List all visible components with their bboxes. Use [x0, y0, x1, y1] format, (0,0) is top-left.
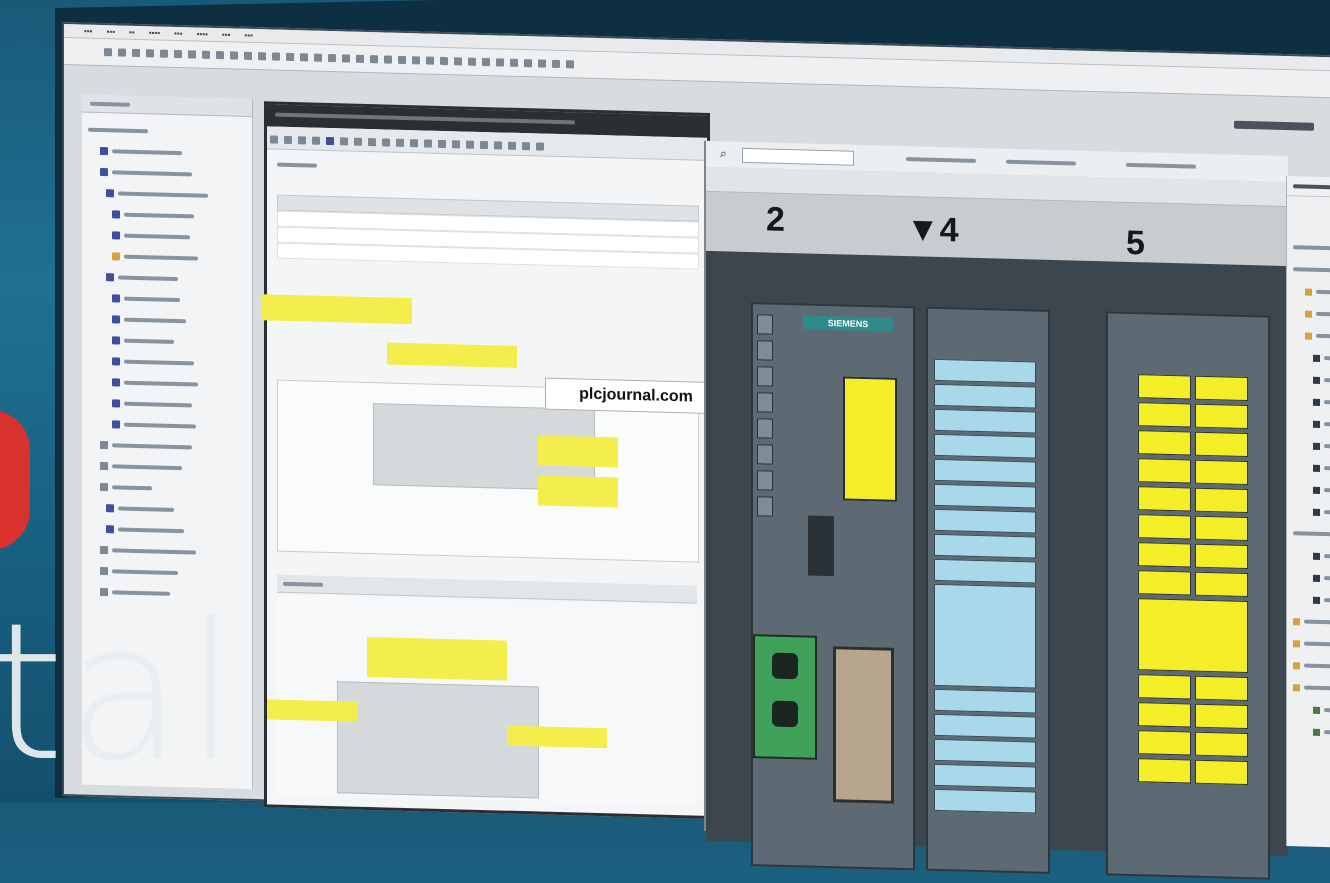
slot-number-4: ▼4 — [906, 210, 959, 250]
folder-icon — [100, 482, 108, 491]
catalog-item[interactable] — [1287, 544, 1330, 569]
memory-card-slot[interactable] — [843, 376, 897, 502]
digital-input-module[interactable] — [926, 306, 1050, 874]
block-highlight — [367, 636, 507, 681]
digital-output-module[interactable] — [1106, 311, 1270, 880]
operand-highlight — [267, 699, 357, 722]
catalog-item[interactable] — [1287, 236, 1330, 261]
watermark-label: plcjournal.com — [545, 377, 727, 415]
catalog-item[interactable] — [1287, 302, 1330, 327]
catalog-item[interactable] — [1287, 500, 1330, 525]
block-interface-label — [277, 162, 337, 175]
catalog-item[interactable] — [1287, 456, 1330, 481]
output-terminals — [1138, 374, 1248, 786]
operand-highlight — [538, 475, 618, 508]
siemens-logo: SIEMENS — [803, 315, 893, 332]
catalog-item[interactable] — [1287, 280, 1330, 305]
module-icon — [112, 230, 120, 240]
folder-icon — [100, 545, 108, 554]
device-view: ⌕ 2 ▼4 5 SIEMENS — [704, 140, 1288, 880]
program-editor-window: plcjournal.com — [262, 101, 727, 819]
catalog-item[interactable] — [1287, 324, 1330, 349]
catalog-item[interactable] — [1287, 368, 1330, 393]
module-icon — [112, 377, 120, 387]
catalog-item[interactable] — [1287, 654, 1330, 679]
module-icon — [112, 419, 120, 429]
catalog-item[interactable] — [1287, 698, 1330, 723]
cpu-module[interactable]: SIEMENS — [751, 302, 915, 871]
network-2-area — [267, 594, 697, 806]
portal-title — [1234, 117, 1314, 134]
folder-icon — [100, 146, 108, 155]
catalog-item[interactable] — [1287, 588, 1330, 613]
catalog-item[interactable] — [1287, 566, 1330, 591]
tia-portal-window: ▪▪▪ ▪▪▪ ▪▪ ▪▪▪▪ ▪▪▪ ▪▪▪▪ ▪▪▪ ▪▪▪ plcjour… — [62, 22, 1330, 880]
module-icon — [106, 503, 114, 512]
folder-icon — [100, 461, 108, 470]
mode-switch[interactable] — [808, 515, 834, 577]
slot-number-5: 5 — [1126, 223, 1145, 263]
options-pane — [1286, 176, 1330, 849]
ethernet-port[interactable] — [753, 634, 817, 760]
catalog-item[interactable] — [1287, 478, 1330, 503]
module-icon — [112, 209, 120, 219]
catalog-item[interactable] — [1287, 522, 1330, 547]
search-icon[interactable]: ⌕ — [720, 146, 727, 161]
module-icon — [112, 335, 120, 345]
module-icon — [112, 398, 120, 408]
operand-highlight — [507, 725, 607, 749]
slot-number-2: 2 — [766, 200, 785, 239]
folder-icon — [100, 440, 108, 449]
module-icon — [106, 188, 114, 197]
catalog-item[interactable] — [1287, 434, 1330, 459]
catalog-item[interactable] — [1287, 720, 1330, 745]
catalog-item[interactable] — [1287, 610, 1330, 635]
highlight — [387, 342, 517, 368]
module-icon — [112, 314, 120, 324]
catalog-item[interactable] — [1287, 412, 1330, 437]
status-leds — [757, 314, 777, 615]
operand-highlight — [538, 435, 618, 468]
folder-icon — [100, 566, 108, 575]
module-icon — [112, 293, 120, 303]
brand-overlay-text: tal — [0, 582, 240, 803]
dsub-connector[interactable] — [833, 646, 894, 804]
device-search-input[interactable] — [742, 147, 854, 166]
catalog-item[interactable] — [1287, 632, 1330, 657]
catalog-item[interactable] — [1287, 346, 1330, 371]
folder-icon — [112, 251, 120, 261]
module-icon — [112, 356, 120, 366]
cpu-icon — [100, 167, 108, 176]
red-badge — [0, 410, 30, 550]
module-icon — [106, 272, 114, 281]
catalog-item[interactable] — [1287, 676, 1330, 701]
network-comment-highlight — [262, 294, 412, 325]
catalog-item[interactable] — [1287, 258, 1330, 283]
catalog-item[interactable] — [1287, 390, 1330, 415]
module-icon — [106, 524, 114, 533]
